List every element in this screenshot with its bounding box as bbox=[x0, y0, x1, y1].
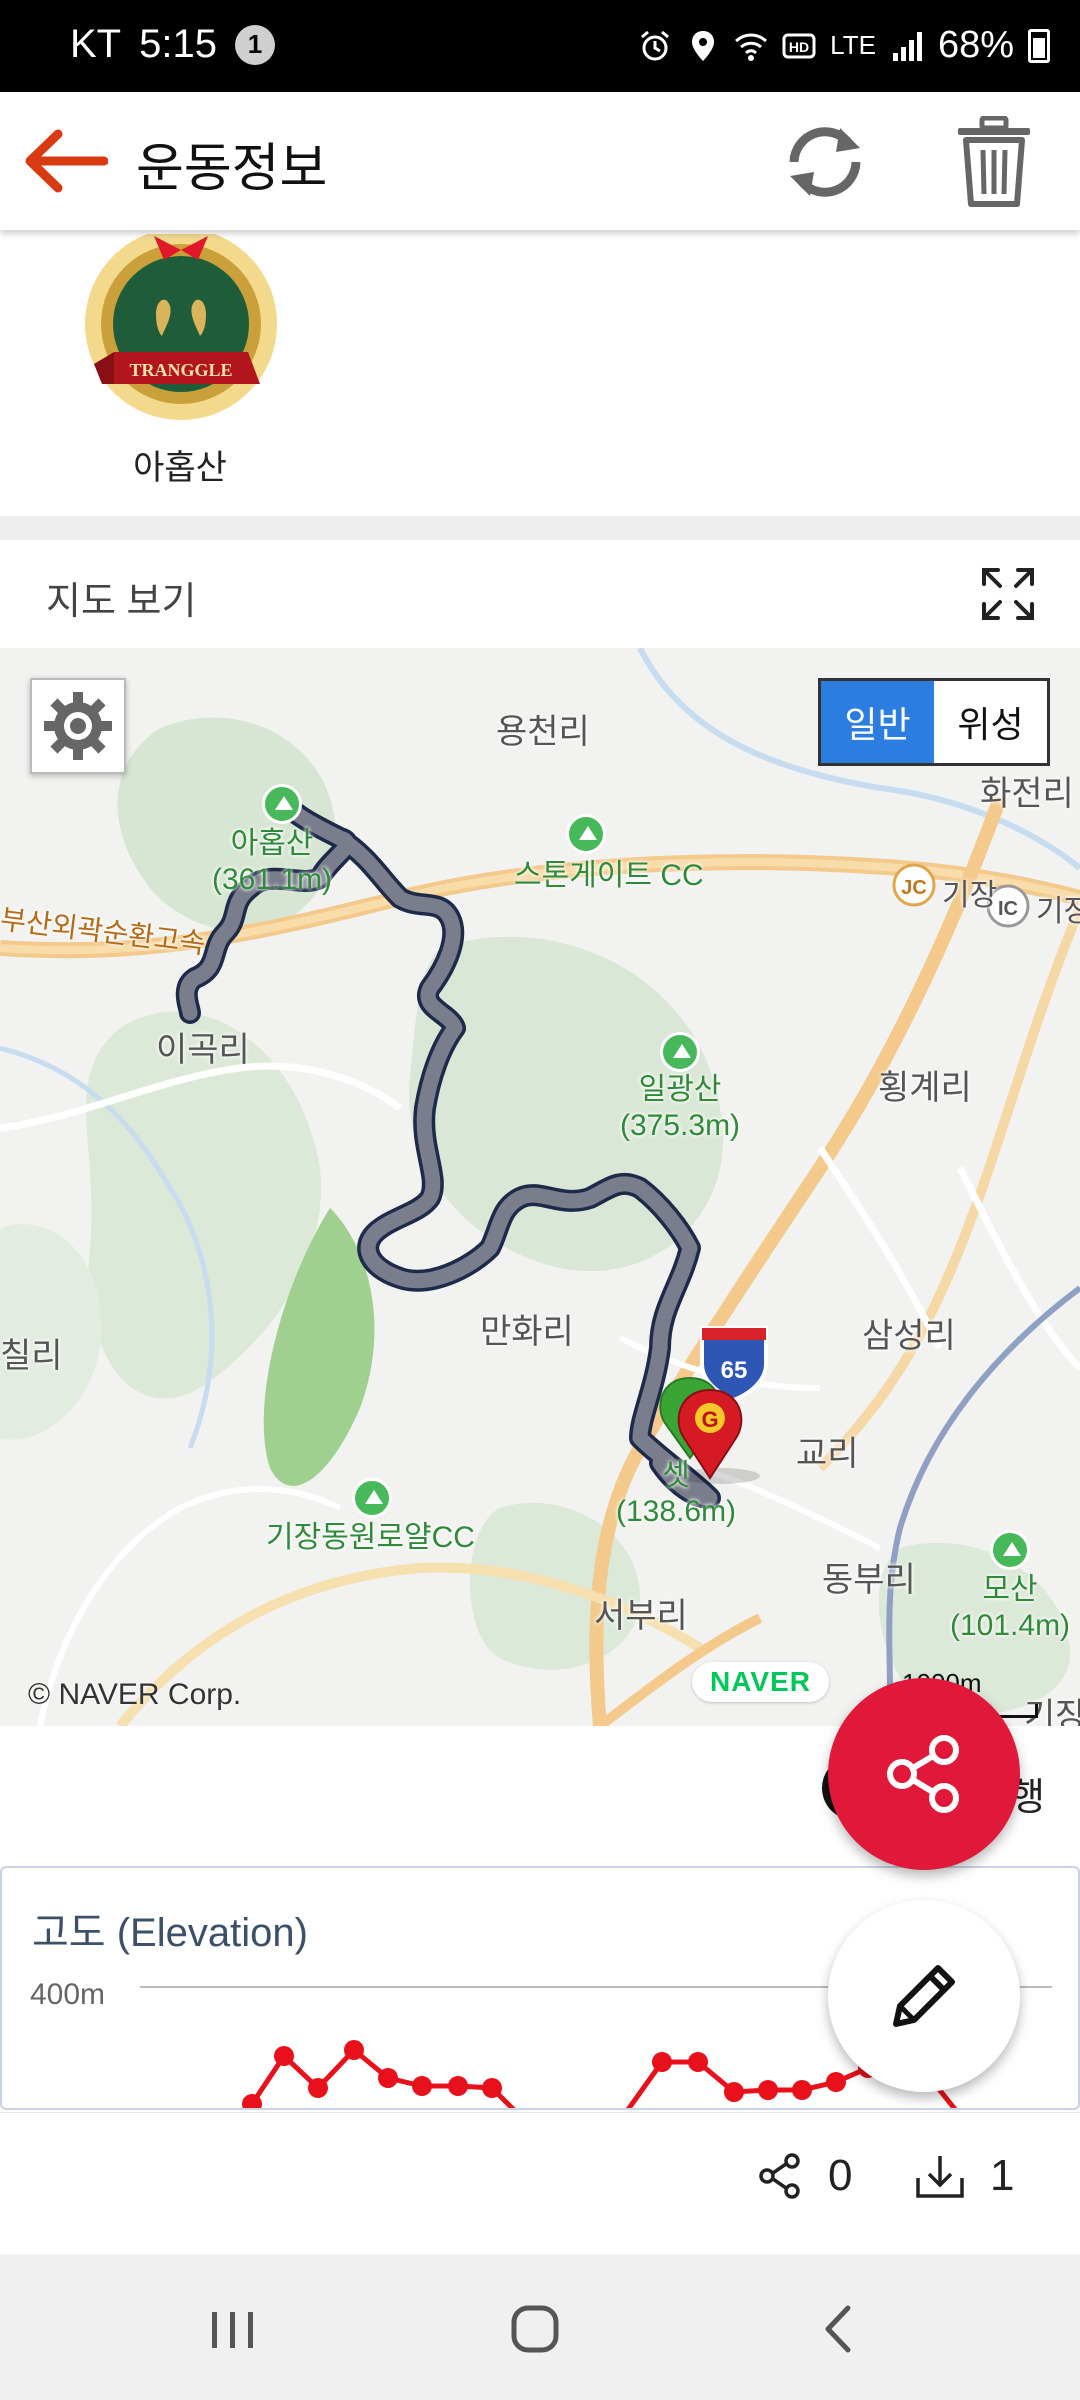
naver-logo: NAVER bbox=[692, 1662, 829, 1702]
signal-icon bbox=[892, 31, 922, 61]
battery-icon bbox=[1028, 28, 1050, 63]
map-place-label: 만화리 bbox=[480, 1313, 574, 1351]
badge-section: TRANGGLE 아홉산 bbox=[0, 230, 1080, 516]
edit-fab-button[interactable] bbox=[828, 1900, 1020, 2092]
back-icon[interactable] bbox=[804, 2294, 874, 2364]
golf-course-label: 스톤게이트 CC bbox=[514, 859, 704, 892]
junction-badge: JC bbox=[901, 877, 927, 899]
map-place-label: 횡계리 bbox=[878, 1069, 972, 1107]
gear-icon bbox=[44, 692, 112, 760]
map-place-label: 용천리 bbox=[496, 713, 590, 751]
highway-number: 65 bbox=[721, 1357, 748, 1384]
share-count-button[interactable]: 0 bbox=[756, 2151, 852, 2201]
battery-percent: 68% bbox=[937, 24, 1014, 66]
map-type-toggle: 일반 위성 bbox=[818, 678, 1050, 766]
alarm-icon bbox=[641, 30, 670, 60]
recent-apps-icon[interactable] bbox=[198, 2294, 268, 2364]
badge-brand-text: TRANGGLE bbox=[129, 360, 232, 380]
app-bar: 운동정보 bbox=[0, 92, 1080, 230]
peak-icon bbox=[262, 784, 302, 824]
peak-icon bbox=[990, 1530, 1030, 1570]
peak-label: 셋 (138.6m) bbox=[616, 1459, 737, 1528]
map-background: 65 G JC IC bbox=[0, 648, 1080, 1726]
peak-label: 아홉산 (361.1m) bbox=[212, 827, 333, 896]
map-copyright: © NAVER Corp. bbox=[28, 1678, 242, 1711]
interchange-badge: IC bbox=[998, 898, 1018, 920]
route-map[interactable]: 65 G JC IC 용천리 이곡리 횡계리 삼성리 만화리 교리 동부리 서부… bbox=[0, 648, 1080, 1726]
svg-text:HD: HD bbox=[789, 39, 809, 55]
page-title: 운동정보 bbox=[136, 140, 328, 198]
download-count-button[interactable]: 1 bbox=[914, 2151, 1014, 2201]
mountain-badge-icon[interactable]: TRANGGLE bbox=[74, 234, 288, 434]
badge-label: 아홉산 bbox=[133, 449, 227, 487]
map-place-label: 서부리 bbox=[594, 1597, 688, 1635]
golf-course-icon bbox=[566, 814, 606, 854]
map-place-label: 이곡리 bbox=[156, 1031, 250, 1069]
share-count: 0 bbox=[828, 2151, 853, 2200]
peak-label: 일광산 (375.3m) bbox=[620, 1073, 741, 1142]
map-type-satellite-button[interactable]: 위성 bbox=[934, 681, 1047, 763]
map-place-label: 기장 bbox=[942, 879, 998, 912]
location-icon bbox=[692, 30, 715, 61]
map-place-label: 칠리 bbox=[0, 1337, 63, 1375]
map-place-label: 삼성리 bbox=[862, 1317, 956, 1355]
clock: 5:15 bbox=[139, 22, 217, 66]
map-view-label: 지도 보기 bbox=[46, 581, 197, 623]
golf-course-label: 기장동원로얄CC bbox=[266, 1521, 475, 1554]
status-bar: KT 5:15 1 HD LTE 68% bbox=[0, 0, 1080, 92]
refresh-icon[interactable] bbox=[780, 122, 870, 202]
back-arrow-icon[interactable] bbox=[22, 126, 108, 196]
share-fab-button[interactable] bbox=[828, 1678, 1020, 1870]
section-divider bbox=[0, 516, 1080, 540]
system-navigation-bar bbox=[0, 2254, 1080, 2400]
trash-icon[interactable] bbox=[954, 116, 1034, 208]
peak-label: 모산 (101.4m) bbox=[950, 1573, 1071, 1642]
home-icon[interactable] bbox=[500, 2294, 570, 2364]
carrier-label: KT bbox=[70, 22, 122, 66]
map-place-label: 기장 bbox=[1036, 895, 1080, 928]
fullscreen-expand-icon[interactable] bbox=[980, 566, 1036, 622]
map-place-label: 교리 bbox=[796, 1435, 859, 1473]
pencil-icon bbox=[893, 1965, 955, 2027]
share-icon bbox=[759, 2153, 800, 2199]
map-settings-button[interactable] bbox=[30, 678, 126, 774]
golf-course-icon bbox=[352, 1478, 392, 1518]
wifi-icon bbox=[735, 33, 768, 61]
map-type-normal-button[interactable]: 일반 bbox=[821, 681, 934, 763]
goal-marker-label: G bbox=[701, 1407, 718, 1432]
peak-icon bbox=[660, 1032, 700, 1072]
map-header: 지도 보기 bbox=[0, 540, 1080, 648]
share-icon bbox=[887, 1735, 959, 1813]
network-type: LTE bbox=[830, 30, 876, 60]
download-icon bbox=[916, 2156, 964, 2198]
notification-count-badge: 1 bbox=[234, 24, 275, 65]
bottom-stats-bar: 0 1 bbox=[0, 2112, 1080, 2254]
download-count: 1 bbox=[990, 2151, 1015, 2200]
map-place-label: 화전리 bbox=[980, 775, 1074, 813]
map-place-label: 동부리 bbox=[822, 1561, 916, 1599]
hd-voice-icon: HD bbox=[782, 33, 816, 58]
